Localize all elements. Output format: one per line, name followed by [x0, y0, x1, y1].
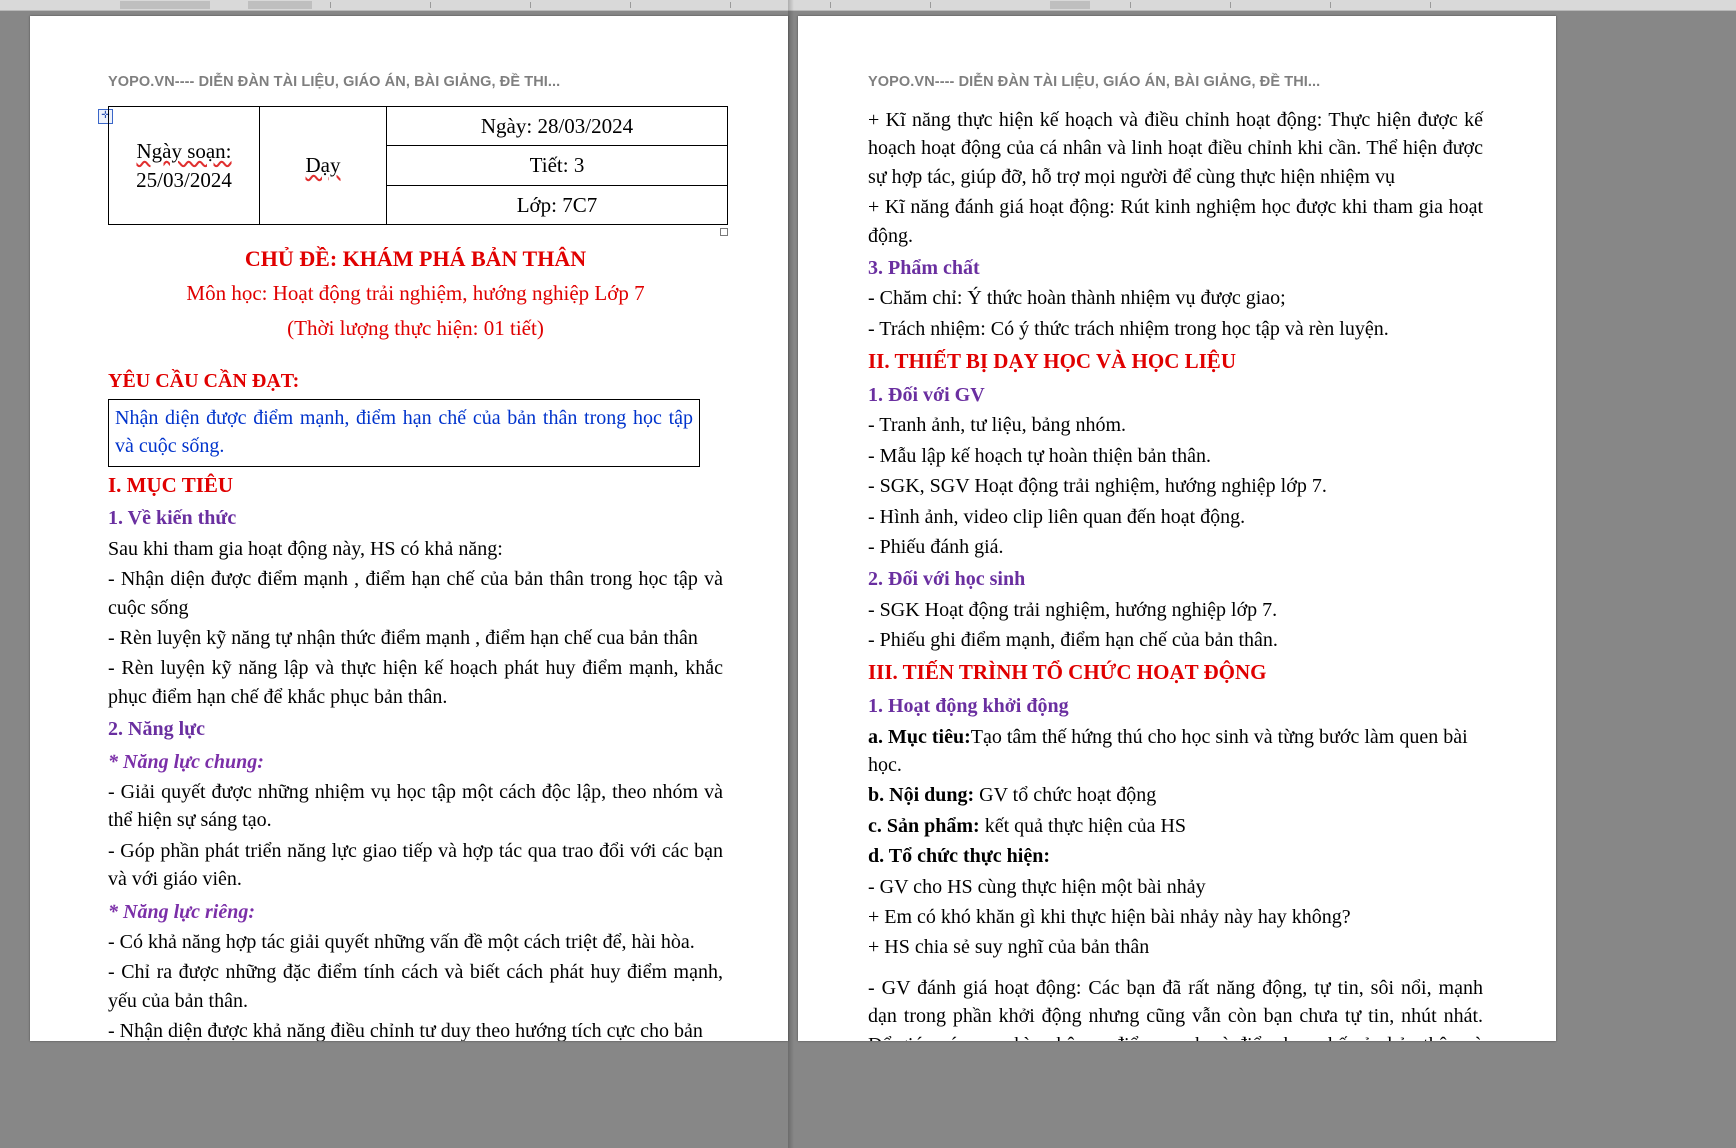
- document-viewport: ✛ YOPO.VN---- DIỄN ĐÀN TÀI LIỆU, GIÁO ÁN…: [0, 0, 1736, 1148]
- list-item: + Kĩ năng thực hiện kế hoạch và điều chỉ…: [868, 109, 1483, 188]
- cell-tiet: Tiết: 3: [386, 145, 728, 186]
- requirements-text: Nhận diện được điểm mạnh, điểm hạn chế c…: [115, 406, 693, 458]
- field-label: d. Tổ chức thực hiện:: [868, 845, 1050, 868]
- evaluation-paragraph: - GV đánh giá hoạt động: Các bạn đã rất …: [868, 976, 1483, 1041]
- pages-container: ✛ YOPO.VN---- DIỄN ĐÀN TÀI LIỆU, GIÁO ÁN…: [0, 10, 1736, 1148]
- document-page-left[interactable]: ✛ YOPO.VN---- DIỄN ĐÀN TÀI LIỆU, GIÁO ÁN…: [30, 16, 788, 1041]
- requirements-heading: YÊU CẦU CẦN ĐẠT:: [108, 369, 300, 392]
- subheading-hoat-dong-khoi-dong: 1. Hoạt động khởi động: [868, 695, 1069, 718]
- list-item: + HS chia sẻ suy nghĩ của bản thân: [868, 936, 1150, 959]
- list-item: - Tranh ảnh, tư liệu, bảng nhóm.: [868, 414, 1127, 437]
- field-row: b. Nội dung: GV tổ chức hoạt động: [868, 781, 1483, 809]
- page-watermark: YOPO.VN---- DIỄN ĐÀN TÀI LIỆU, GIÁO ÁN, …: [108, 74, 561, 90]
- field-row: d. Tổ chức thực hiện:: [868, 842, 1483, 870]
- list-item: - Nhận diện được điểm mạnh , điểm hạn ch…: [108, 568, 723, 619]
- list-item: - Mẫu lập kế hoạch tự hoàn thiện bản thâ…: [868, 444, 1211, 467]
- cell-lop: Lớp: 7C7: [386, 184, 728, 226]
- list-item: - Chỉ ra được những đặc điểm tính cách v…: [108, 961, 723, 1012]
- field-label: b. Nội dung:: [868, 784, 975, 807]
- list-item: - Nhận diện được khả năng điều chỉnh tư …: [108, 1020, 703, 1041]
- intro-text: Sau khi tham gia hoạt động này, HS có kh…: [108, 537, 503, 560]
- section-heading-ii: II. THIẾT BỊ DẠY HỌC VÀ HỌC LIỆU: [868, 349, 1236, 374]
- list-item: - SGK Hoạt động trải nghiệm, hướng nghiệ…: [868, 598, 1278, 621]
- doc-title: CHỦ ĐỀ: KHÁM PHÁ BẢN THÂN: [244, 246, 587, 272]
- day-label: Dạy: [305, 153, 341, 178]
- subheading-1-kien-thuc: 1. Về kiến thức: [108, 507, 237, 530]
- list-item: - Hình ảnh, video clip liên quan đến hoạ…: [868, 505, 1246, 528]
- list-item: - Trách nhiệm: Có ý thức trách nhiệm tro…: [868, 317, 1389, 340]
- field-value: kết quả thực hiện của HS: [979, 814, 1187, 837]
- field-value: GV tổ chức hoạt động: [974, 784, 1157, 807]
- list-item: + Kĩ năng đánh giá hoạt động: Rút kinh n…: [868, 196, 1483, 247]
- doc-subtitle-duration: (Thời lượng thực hiện: 01 tiết): [287, 316, 544, 341]
- subheading-nang-luc-rieng: * Năng lực riêng:: [108, 900, 255, 923]
- field-label: c. Sản phẩm:: [868, 814, 980, 837]
- cell-ngay: Ngày: 28/03/2024: [386, 105, 728, 147]
- table-row: Ngày soạn: 25/03/2024 Dạy Ngày: 28/03/20…: [108, 105, 728, 226]
- lesson-info-table: Ngày soạn: 25/03/2024 Dạy Ngày: 28/03/20…: [108, 105, 728, 226]
- page-watermark: YOPO.VN---- DIỄN ĐÀN TÀI LIỆU, GIÁO ÁN, …: [868, 74, 1321, 90]
- field-label: a. Mục tiêu:: [868, 725, 971, 748]
- list-item: - GV cho HS cùng thực hiện một bài nhảy: [868, 875, 1206, 898]
- section-heading-iii: III. TIẾN TRÌNH TỔ CHỨC HOẠT ĐỘNG: [868, 660, 1267, 685]
- list-item: - Rèn luyện kỹ năng lập và thực hiện kế …: [108, 657, 723, 708]
- subheading-2-nang-luc: 2. Năng lực: [108, 718, 206, 741]
- field-row: a. Mục tiêu:Tạo tâm thế hứng thú cho học…: [868, 723, 1483, 780]
- field-row: c. Sản phẩm: kết quả thực hiện của HS: [868, 812, 1483, 840]
- cell-ngay-soan: Ngày soạn: 25/03/2024: [108, 105, 260, 226]
- ngay-soan-label: Ngày soạn:: [136, 139, 232, 164]
- ngay-soan-value: 25/03/2024: [136, 167, 232, 192]
- doc-subtitle-subject: Môn học: Hoạt động trải nghiệm, hướng ng…: [186, 281, 645, 306]
- list-item: - Chăm chỉ: Ý thức hoàn thành nhiệm vụ đ…: [868, 287, 1286, 310]
- requirements-textbox[interactable]: Nhận diện được điểm mạnh, điểm hạn chế c…: [108, 398, 700, 467]
- subheading-doi-voi-hoc-sinh: 2. Đối với học sinh: [868, 568, 1026, 591]
- list-item: - Có khả năng hợp tác giải quyết những v…: [108, 930, 695, 953]
- list-item: - SGK, SGV Hoạt động trải nghiệm, hướng …: [868, 475, 1327, 498]
- list-item: - Phiếu ghi điểm mạnh, điểm hạn chế của …: [868, 629, 1278, 652]
- cell-day: Dạy: [259, 105, 387, 226]
- list-item: - Rèn luyện kỹ năng tự nhận thức điểm mạ…: [108, 627, 698, 650]
- page-gutter-shadow: [788, 0, 794, 1148]
- document-page-right[interactable]: YOPO.VN---- DIỄN ĐÀN TÀI LIỆU, GIÁO ÁN, …: [798, 16, 1556, 1041]
- subheading-nang-luc-chung: * Năng lực chung:: [108, 750, 264, 773]
- subheading-3-pham-chat: 3. Phẩm chất: [868, 256, 980, 279]
- section-heading-i: I. MỤC TIÊU: [108, 472, 234, 497]
- subheading-doi-voi-gv: 1. Đối với GV: [868, 383, 985, 406]
- list-item: - Phiếu đánh giá.: [868, 535, 1004, 558]
- list-item: + Em có khó khăn gì khi thực hiện bài nh…: [868, 906, 1351, 928]
- list-item: - Giải quyết được những nhiệm vụ học tập…: [108, 781, 723, 832]
- list-item: - Góp phần phát triển năng lực giao tiếp…: [108, 839, 723, 891]
